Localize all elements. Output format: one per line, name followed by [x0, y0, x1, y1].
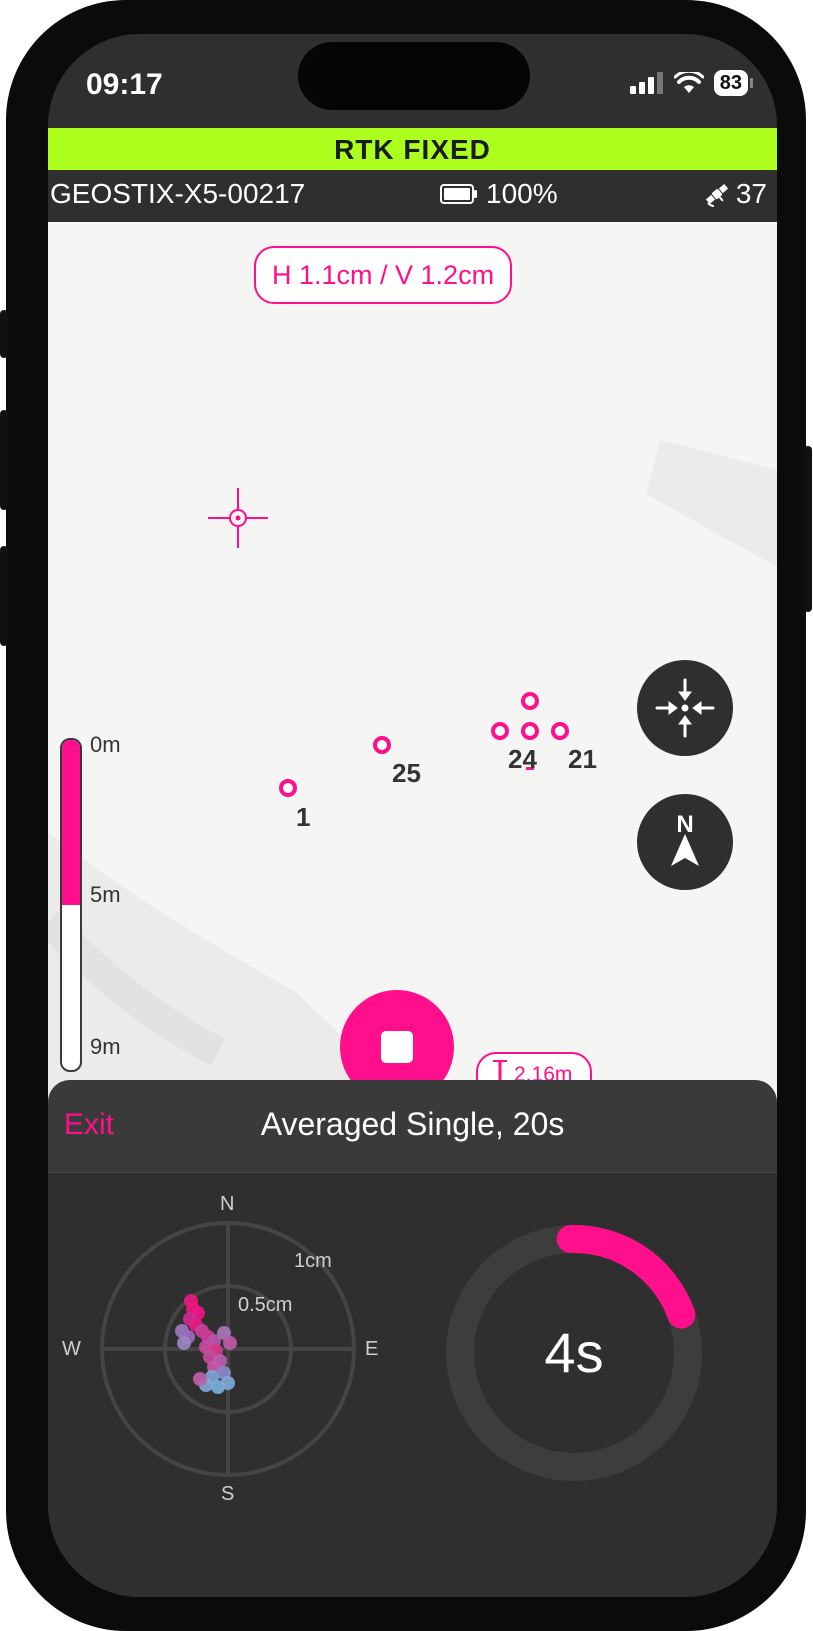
device-info-bar[interactable]: GEOSTIX-X5-00217 100% 37 — [48, 170, 777, 222]
screen: 09:17 83 RTK FIXED GEOSTIX-X5-00217 100%… — [48, 34, 777, 1597]
survey-point[interactable] — [521, 692, 539, 710]
north-orientation-button[interactable]: N — [637, 794, 733, 890]
device-battery: 100% — [440, 178, 558, 210]
countdown-value: 4s — [544, 1321, 604, 1384]
north-arrow-icon: N — [671, 811, 699, 866]
north-label: N — [676, 811, 693, 838]
volume-up-button — [0, 410, 8, 510]
status-bar: 09:17 83 — [48, 34, 777, 128]
wifi-icon — [673, 72, 704, 93]
device-id: GEOSTIX-X5-00217 — [50, 178, 306, 209]
depth-label-bottom: 9m — [90, 1034, 121, 1059]
dynamic-island — [298, 42, 530, 110]
depth-scale-bar — [60, 738, 82, 1072]
compass-north-label: N — [220, 1193, 235, 1215]
phone-frame: 09:17 83 RTK FIXED GEOSTIX-X5-00217 100%… — [0, 0, 812, 1631]
survey-point-24[interactable] — [521, 722, 539, 740]
measurement-mode-title: Averaged Single, 20s — [260, 1106, 565, 1142]
scatter-sample-dot — [177, 1336, 191, 1350]
scatter-sample-dot — [223, 1336, 237, 1350]
compass-west-label: W — [62, 1338, 81, 1360]
point-label: 25 — [392, 758, 421, 788]
battery-cap — [750, 78, 753, 88]
map-view[interactable]: H 1.1cm / V 1.2cm 1 25 24 21 N 0m 5m 9m … — [48, 222, 777, 1122]
ring-label-inner: 0.5cm — [238, 1294, 293, 1316]
action-button — [0, 310, 8, 358]
scatter-sample-dot — [193, 1372, 207, 1386]
scatter-sample-dot — [221, 1376, 235, 1390]
battery-icon — [440, 184, 477, 204]
compass-south-label: S — [221, 1483, 235, 1505]
recenter-button[interactable] — [637, 660, 733, 756]
survey-point[interactable] — [491, 722, 509, 740]
clock: 09:17 — [86, 68, 163, 101]
stop-icon — [381, 1031, 413, 1063]
device-battery-text: 100% — [486, 178, 558, 209]
cellular-signal-icon — [629, 72, 663, 94]
depth-label-mid: 5m — [90, 882, 121, 907]
point-label: 1 — [296, 802, 311, 832]
survey-point-1[interactable] — [279, 779, 297, 797]
ring-label-outer: 1cm — [294, 1250, 332, 1272]
timer-progress-arc — [556, 1225, 696, 1329]
survey-point-21[interactable] — [551, 722, 569, 740]
converge-arrows-icon — [655, 678, 715, 738]
depth-scale-fill — [62, 740, 80, 905]
measurement-panel-header: Exit Averaged Single, 20s — [48, 1080, 777, 1172]
satellite-count: 37 — [704, 178, 767, 210]
point-label: 24 — [508, 744, 537, 774]
depth-label-top: 0m — [90, 732, 121, 757]
survey-point-25[interactable] — [373, 736, 391, 754]
battery-indicator: 83 — [713, 70, 753, 96]
power-button — [804, 446, 812, 612]
battery-level: 83 — [713, 70, 748, 96]
satellite-count-text: 37 — [735, 178, 767, 209]
volume-down-button — [0, 546, 8, 646]
status-icons: 83 — [629, 70, 753, 96]
measurement-panel: N S E W 1cm 0.5cm 4s — [48, 1172, 777, 1597]
point-label: 21 — [568, 744, 597, 774]
rtk-status-banner: RTK FIXED — [48, 128, 777, 170]
compass-east-label: E — [365, 1338, 379, 1360]
satellite-icon — [705, 183, 728, 207]
